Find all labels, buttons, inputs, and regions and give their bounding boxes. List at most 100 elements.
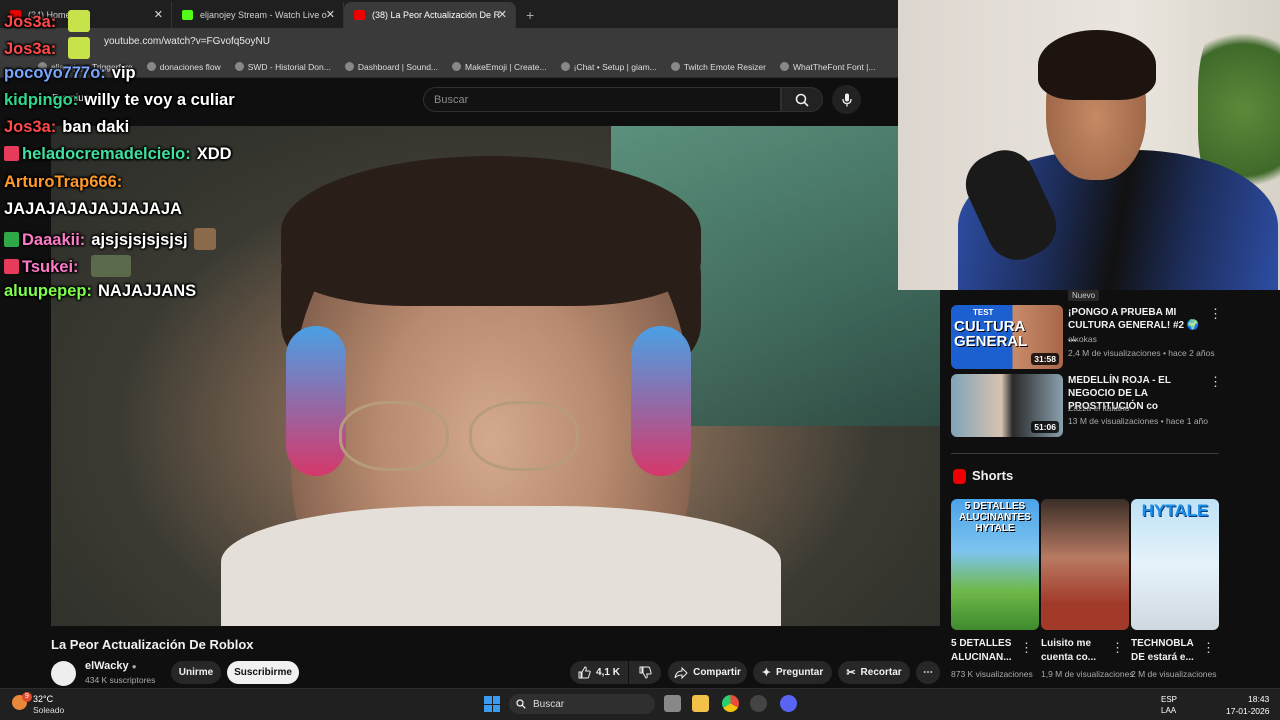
discord-icon[interactable] [780,695,797,712]
browser-tab-active[interactable]: (38) La Peor Actualización De R ✕ [344,2,516,28]
clock-time[interactable]: 18:43 [1248,694,1269,704]
thumbnail-text: HYTALE [1141,501,1209,520]
short-thumbnail[interactable]: 5 DETALLES ALUCINANTES HYTALE [951,499,1039,630]
search-button[interactable] [781,87,823,112]
chat-text: ajsjsjsjsjsjsj [91,231,188,249]
like-count: 4,1 K [596,667,620,678]
video-subject-hair-top [281,156,701,306]
new-tab-icon[interactable]: + [526,7,534,23]
short-title[interactable]: Luisito me cuenta co... [1041,637,1119,665]
screen: (34) Home ✕ eljanojey Stream - Watch Liv… [0,0,1280,720]
thumbs-up-icon [578,666,591,679]
chat-message: ArturoTrap666: [4,173,128,192]
join-button[interactable]: Unirme [171,661,221,684]
more-options-icon[interactable]: ⋮ [1209,306,1222,322]
chat-emote-icon [68,10,91,32]
file-explorer-icon[interactable] [692,695,709,712]
channel-avatar[interactable] [51,661,76,686]
dislike-button[interactable] [629,661,661,684]
keyboard-layout[interactable]: LAA [1161,706,1176,715]
bookmark-icon [234,62,244,71]
close-tab-icon[interactable]: ✕ [498,8,507,21]
subscriber-count: 434 K suscriptores [85,675,156,685]
weather-temperature: 32°C [33,694,54,704]
browser-tab-bar: (34) Home ✕ eljanojey Stream - Watch Liv… [0,0,898,28]
input-language[interactable]: ESP [1161,695,1177,704]
chat-username: pocoyo777o: [4,64,106,82]
search-icon [516,699,526,709]
task-view-icon[interactable] [664,695,681,712]
more-options-icon[interactable]: ⋮ [1020,640,1033,656]
short-thumbnail[interactable] [1041,499,1129,630]
bookmark[interactable]: SWD - Historial Don... [234,62,331,72]
chat-message: pocoyo777o: vip [4,64,136,83]
ask-button[interactable]: ✦ Preguntar [753,661,832,684]
kick-favicon-icon [182,10,193,20]
close-tab-icon[interactable]: ✕ [326,8,335,21]
bookmark[interactable]: Dashboard | Sound... [344,62,438,72]
notification-badge: 9 [22,692,32,702]
video-player[interactable] [51,126,940,626]
more-horizontal-icon: ⋯ [923,667,933,678]
bookmark[interactable]: ¡Chat • Setup | giam... [560,62,657,72]
chat-text: JAJAJAJAJAJJAJAJA [4,200,182,218]
chat-username: Jos3a: [4,13,57,31]
obs-icon[interactable] [750,695,767,712]
subscribe-button[interactable]: Suscribirme [227,661,299,684]
chat-message: aluupepep: NAJAJJANS [4,282,196,301]
clock-date[interactable]: 17-01-2026 [1226,706,1269,716]
voice-search-button[interactable] [832,85,861,114]
browser-tab[interactable]: eljanojey Stream - Watch Live o ✕ [172,2,344,28]
headphone-left [286,326,346,476]
bookmark-icon [146,62,156,71]
video-duration: 51:06 [1031,421,1059,433]
search-input[interactable]: Buscar [423,87,781,112]
taskbar-search[interactable]: Buscar [509,694,655,714]
short-title[interactable]: TECHNOBLA DE estará e... [1131,637,1209,665]
search-placeholder: Buscar [434,93,469,106]
more-options-icon[interactable]: ⋮ [1111,640,1124,656]
like-button[interactable]: 4,1 K [570,661,628,684]
new-badge: Nuevo [1068,290,1100,301]
chat-username: kidpingo: [4,91,79,109]
address-bar[interactable]: youtube.com/watch?v=FGvofq5oyNU [0,28,898,56]
badge-icon [4,232,19,247]
related-video-meta: 2,4 M de visualizaciones • hace 2 años [1068,348,1215,358]
webcam-overlay [898,0,1280,290]
chat-message: Daaakii: ajsjsjsjsjsjsj [4,228,216,250]
bookmark[interactable]: donaciones flow [146,62,221,72]
chat-username: aluupepep: [4,282,93,300]
related-video-thumbnail[interactable]: TEST CULTURA GENERAL 31:58 [951,305,1063,369]
bookmark[interactable]: WhatTheFont Font |... [779,62,875,72]
sparkle-icon: ✦ [761,667,771,679]
url-text[interactable]: youtube.com/watch?v=FGvofq5oyNU [104,36,270,47]
related-video-channel[interactable]: Zazza el italiano [1068,403,1129,413]
short-views: 2 M de visualizaciones [1131,669,1217,679]
share-button[interactable]: Compartir [668,661,747,684]
bookmark-icon [670,62,680,71]
more-actions-button[interactable]: ⋯ [916,661,940,684]
chat-text: ban daki [62,118,130,136]
more-options-icon[interactable]: ⋮ [1202,640,1215,656]
related-video-thumbnail[interactable]: 51:06 [951,374,1063,437]
tab-label: eljanojey Stream - Watch Live o [200,10,327,20]
streamer-hair [1038,30,1156,100]
windows-start-icon[interactable] [484,696,500,712]
video-duration: 31:58 [1031,353,1059,365]
shorts-icon [953,469,966,484]
chat-message: Tsukei: [4,255,131,277]
more-options-icon[interactable]: ⋮ [1209,374,1222,390]
short-thumbnail[interactable]: HYTALE [1131,499,1219,630]
clip-button[interactable]: ✂ Recortar [838,661,910,684]
short-title[interactable]: 5 DETALLES ALUCINAN... [951,637,1029,665]
bookmark[interactable]: MakeEmoji | Create... [452,62,547,72]
related-video-channel[interactable]: elxokas [1068,334,1097,344]
chrome-icon[interactable] [722,695,739,712]
bookmark[interactable]: Twitch Emote Resizer [670,62,766,72]
chat-message: Jos3a: [4,10,91,32]
bookmark-icon [560,62,570,71]
thumbnail-text: 5 DETALLES ALUCINANTES HYTALE [959,501,1031,534]
chat-text: XDD [196,145,232,163]
close-tab-icon[interactable]: ✕ [154,8,163,21]
channel-name[interactable]: elWacky ● [85,660,137,672]
